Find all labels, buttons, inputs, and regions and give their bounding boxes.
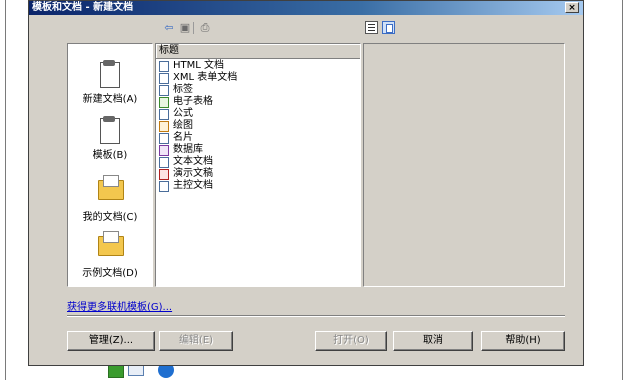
my-documents-folder-icon — [98, 175, 124, 206]
open-button[interactable]: 打开(O) — [315, 331, 387, 351]
list-item[interactable]: XML 表单文档 — [156, 72, 360, 84]
business-card-icon — [159, 132, 169, 144]
xml-form-document-icon — [159, 72, 169, 84]
templates-and-documents-dialog: 模板和文档 - 新建文档 × ⇦ ▣ ⎙ 新建文档(A) 模板(B) 我的文档(… — [28, 0, 584, 366]
list-item[interactable]: 名片 — [156, 132, 360, 144]
category-my-documents-label: 我的文档(C) — [82, 212, 138, 223]
print-icon[interactable]: ⎙ — [197, 21, 213, 35]
dialog-title: 模板和文档 - 新建文档 — [32, 2, 134, 13]
document-list-panel: 标题 HTML 文档 XML 表单文档 标签 电子表格 公式 绘图 名片 数据库… — [155, 43, 361, 287]
html-document-icon — [159, 60, 169, 72]
background-window-edge-right — [622, 0, 623, 380]
formula-icon — [159, 108, 169, 120]
dialog-title-bar: 模板和文档 - 新建文档 × — [29, 1, 583, 15]
presentation-icon — [159, 168, 169, 180]
document-properties-toggle-icon[interactable] — [382, 21, 395, 34]
category-sample-documents[interactable]: 示例文档(D) — [68, 231, 152, 282]
list-item-label: 主控文档 — [173, 180, 213, 191]
list-item-label: 名片 — [173, 132, 193, 143]
templates-icon — [98, 116, 122, 144]
folder-up-icon[interactable]: ▣ — [177, 21, 193, 35]
close-button[interactable]: × — [565, 2, 579, 13]
list-item[interactable]: 数据库 — [156, 144, 360, 156]
list-item-label: XML 表单文档 — [173, 72, 238, 83]
list-item[interactable]: HTML 文档 — [156, 60, 360, 72]
list-item[interactable]: 电子表格 — [156, 96, 360, 108]
category-new-document-label: 新建文档(A) — [82, 94, 138, 105]
category-templates[interactable]: 模板(B) — [68, 114, 152, 164]
toolbar-separator — [193, 22, 194, 34]
document-list: HTML 文档 XML 表单文档 标签 电子表格 公式 绘图 名片 数据库 文本… — [156, 59, 360, 192]
drawing-icon — [159, 120, 169, 132]
back-arrow-icon[interactable]: ⇦ — [161, 21, 177, 35]
list-item-label: 演示文稿 — [173, 168, 213, 179]
more-online-templates-link[interactable]: 获得更多联机模板(G)... — [67, 298, 172, 313]
button-row-divider — [67, 315, 565, 317]
cancel-button[interactable]: 取消 — [393, 331, 473, 351]
document-preview-toggle-icon[interactable] — [365, 21, 378, 34]
sample-documents-folder-icon — [98, 231, 124, 262]
category-templates-label: 模板(B) — [92, 150, 128, 161]
manage-button[interactable]: 管理(Z)... — [67, 331, 155, 351]
master-document-icon — [159, 180, 169, 192]
list-item[interactable]: 公式 — [156, 108, 360, 120]
dialog-toolbar: ⇦ ▣ ⎙ — [29, 18, 583, 40]
new-document-icon — [98, 60, 122, 88]
list-item[interactable]: 标签 — [156, 84, 360, 96]
database-icon — [159, 144, 169, 156]
text-document-icon — [159, 156, 169, 168]
help-button[interactable]: 帮助(H) — [481, 331, 565, 351]
list-item[interactable]: 主控文档 — [156, 180, 360, 192]
spreadsheet-icon — [159, 96, 169, 108]
category-panel: 新建文档(A) 模板(B) 我的文档(C) 示例文档(D) — [67, 43, 153, 287]
column-header-title[interactable]: 标题 — [156, 44, 360, 59]
background-window-edge-left — [5, 0, 6, 380]
list-item-label: 公式 — [173, 108, 193, 119]
list-item[interactable]: 绘图 — [156, 120, 360, 132]
list-item-label: HTML 文档 — [173, 60, 225, 71]
list-item-label: 电子表格 — [173, 96, 213, 107]
list-item[interactable]: 文本文档 — [156, 156, 360, 168]
category-new-document[interactable]: 新建文档(A) — [68, 58, 152, 114]
list-item-label: 数据库 — [173, 144, 203, 155]
labels-icon — [159, 84, 169, 96]
list-item-label: 标签 — [173, 84, 193, 95]
preview-panel — [363, 43, 565, 287]
edit-button[interactable]: 编辑(E) — [159, 331, 233, 351]
category-sample-documents-label: 示例文档(D) — [82, 268, 138, 279]
list-item-label: 文本文档 — [173, 156, 213, 167]
list-item-label: 绘图 — [173, 120, 193, 131]
list-item[interactable]: 演示文稿 — [156, 168, 360, 180]
category-my-documents[interactable]: 我的文档(C) — [68, 175, 152, 226]
